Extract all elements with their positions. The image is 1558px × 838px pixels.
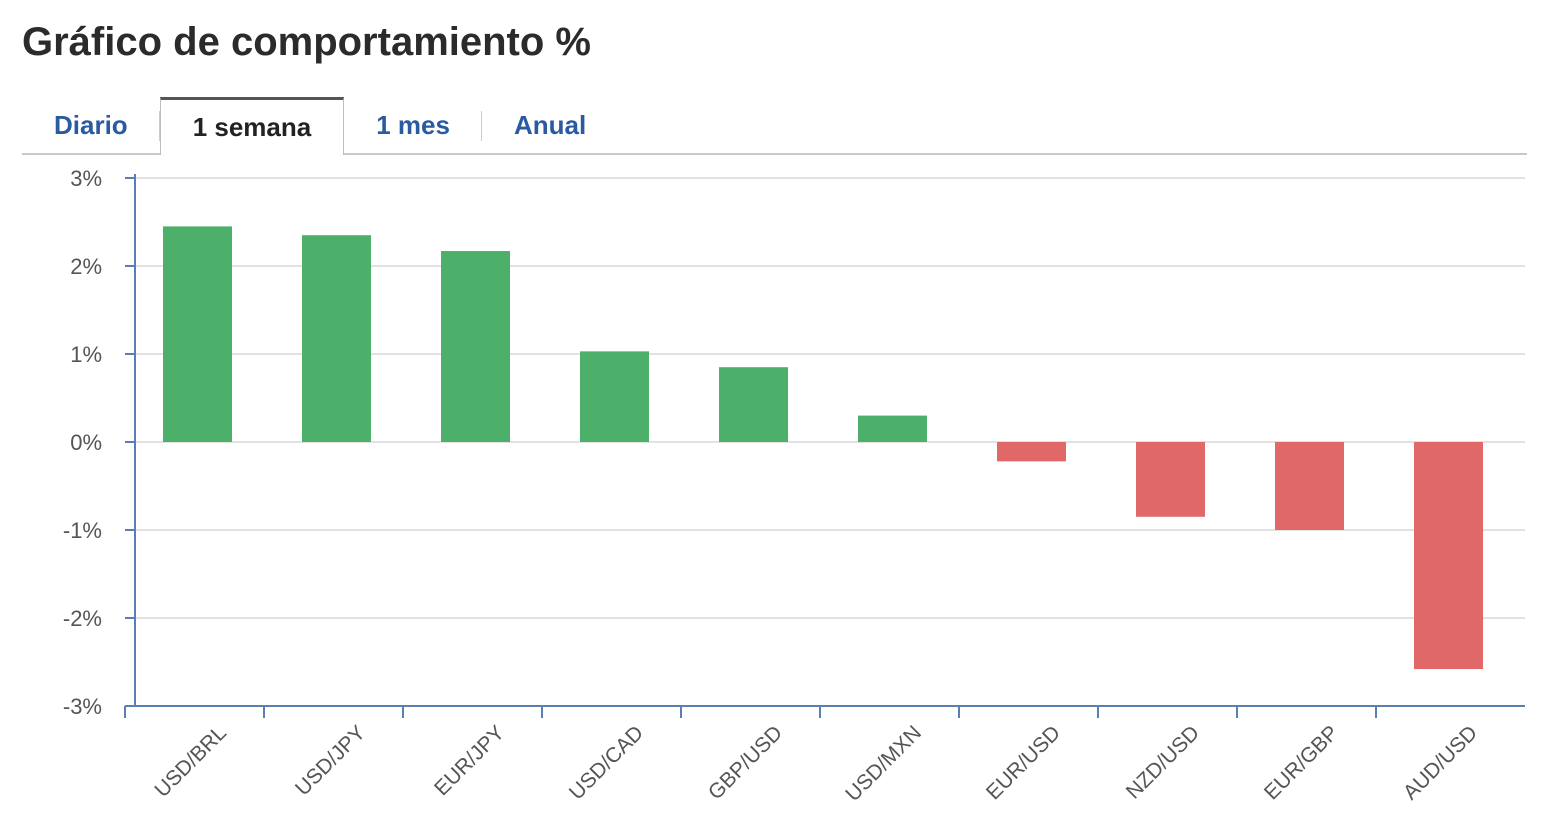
- bar-usd-jpy[interactable]: [302, 235, 371, 442]
- bar-eur-gbp[interactable]: [1275, 442, 1344, 530]
- y-tick-label: -3%: [63, 694, 102, 719]
- x-tick-label: EUR/GBP: [1260, 721, 1343, 804]
- x-tick-label: GBP/USD: [704, 721, 787, 804]
- x-tick-label: USD/CAD: [565, 721, 648, 804]
- bar-eur-usd[interactable]: [997, 442, 1066, 462]
- x-tick-label: USD/MXN: [841, 721, 926, 806]
- x-tick-label: AUD/USD: [1399, 721, 1482, 804]
- x-tick-label: USD/BRL: [150, 721, 231, 802]
- bar-gbp-usd[interactable]: [719, 367, 788, 442]
- y-axis-ticks: 3% 2% 1% 0% -1% -2% -3%: [63, 166, 135, 719]
- x-axis-ticks: USD/BRL USD/JPY EUR/JPY USD/CAD GBP/USD USD/M…: [124, 706, 1482, 806]
- y-tick-label: -2%: [63, 606, 102, 631]
- y-tick-label: 3%: [70, 166, 102, 191]
- x-tick-label: USD/JPY: [291, 721, 370, 800]
- y-tick-label: -1%: [63, 518, 102, 543]
- bar-eur-jpy[interactable]: [441, 251, 510, 442]
- bar-usd-cad[interactable]: [580, 351, 649, 442]
- x-tick-label: NZD/USD: [1122, 721, 1204, 803]
- bar-nzd-usd[interactable]: [1136, 442, 1205, 517]
- y-tick-label: 0%: [70, 430, 102, 455]
- y-tick-label: 1%: [70, 342, 102, 367]
- bars: [163, 226, 1483, 670]
- bar-aud-usd[interactable]: [1414, 442, 1483, 670]
- x-tick-label: EUR/JPY: [430, 721, 509, 800]
- performance-bar-chart: 3%2%1%0%-1%-2%-3% USD/BRL USD/JPY EUR/JPY U…: [63, 166, 1525, 806]
- bar-usd-brl[interactable]: [163, 226, 232, 442]
- x-tick-label: EUR/USD: [982, 721, 1065, 804]
- bar-usd-mxn[interactable]: [858, 415, 927, 442]
- y-tick-label: 2%: [70, 254, 102, 279]
